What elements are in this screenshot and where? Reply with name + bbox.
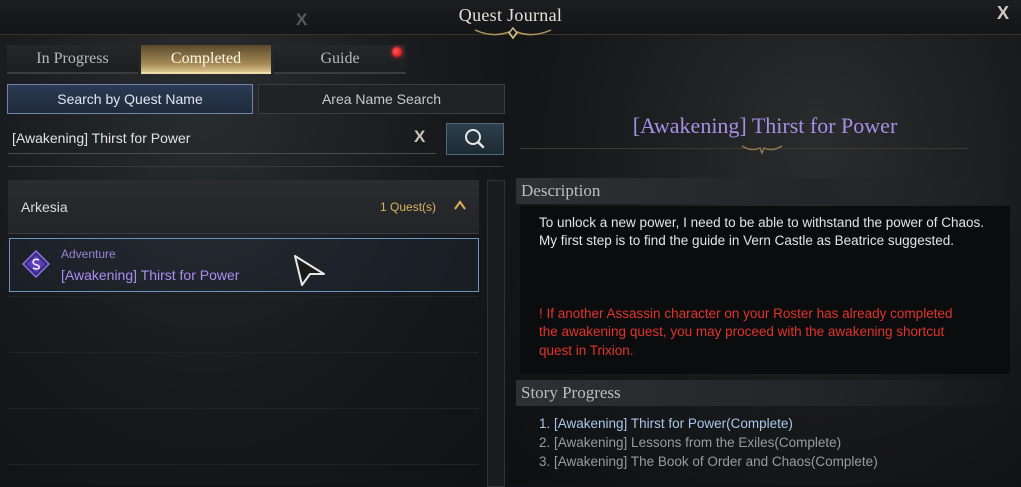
tab-completed[interactable]: Completed xyxy=(141,45,271,74)
quest-group-header[interactable]: Arkesia 1 Quest(s) xyxy=(8,180,479,234)
group-quest-count: 1 Quest(s) xyxy=(380,200,437,214)
tab-in-progress[interactable]: In Progress xyxy=(7,45,138,74)
description-text: To unlock a new power, I need to be able… xyxy=(539,214,999,251)
notification-dot-icon xyxy=(392,47,402,57)
search-button[interactable] xyxy=(446,123,504,155)
title-ornament-icon xyxy=(474,26,552,40)
quest-title: [Awakening] Thirst for Power xyxy=(61,267,240,283)
row-divider xyxy=(8,296,479,297)
story-progress-heading: Story Progress xyxy=(516,380,1010,406)
clear-search-button[interactable]: X xyxy=(414,127,425,147)
search-divider xyxy=(8,166,503,167)
description-heading: Description xyxy=(516,178,1010,204)
adventure-quest-icon xyxy=(22,250,50,278)
story-step: 2. [Awakening] Lessons from the Exiles(C… xyxy=(539,435,842,450)
group-name: Arkesia xyxy=(21,199,68,215)
window-title: Quest Journal xyxy=(458,5,563,25)
search-by-quest-name-button[interactable]: Search by Quest Name xyxy=(7,84,253,114)
area-name-search-button[interactable]: Area Name Search xyxy=(258,84,505,114)
description-line: To unlock a new power, I need to be able… xyxy=(539,215,985,230)
row-divider xyxy=(8,352,479,353)
ghost-close-icon: X xyxy=(296,10,308,29)
description-line: My first step is to find the guide in Ve… xyxy=(539,233,954,249)
title-ornament-icon xyxy=(741,145,783,155)
search-input[interactable]: [Awakening] Thirst for Power xyxy=(8,123,436,154)
quest-category: Adventure xyxy=(61,247,116,261)
tab-guide[interactable]: Guide xyxy=(274,45,406,74)
story-step: 1. [Awakening] Thirst for Power(Complete… xyxy=(539,416,793,431)
close-window-button[interactable]: X xyxy=(997,3,1009,24)
row-divider xyxy=(8,408,479,409)
quest-detail-title: [Awakening] Thirst for Power xyxy=(632,113,898,138)
story-step: 3. [Awakening] The Book of Order and Cha… xyxy=(539,454,878,469)
clear-icon: X xyxy=(414,127,426,146)
list-item[interactable]: Adventure [Awakening] Thirst for Power xyxy=(9,238,479,292)
row-divider xyxy=(8,464,479,465)
close-icon: X xyxy=(997,3,1010,23)
search-input-value: [Awakening] Thirst for Power xyxy=(12,130,191,146)
quest-list-scrollbar[interactable] xyxy=(487,180,505,487)
chevron-up-icon xyxy=(454,200,466,210)
mouse-cursor-icon xyxy=(294,255,325,286)
search-icon xyxy=(465,129,485,149)
quest-list: Arkesia 1 Quest(s) Adventure [Awakening]… xyxy=(8,180,479,485)
warning-text: ! If another Assassin character on your … xyxy=(539,306,953,358)
